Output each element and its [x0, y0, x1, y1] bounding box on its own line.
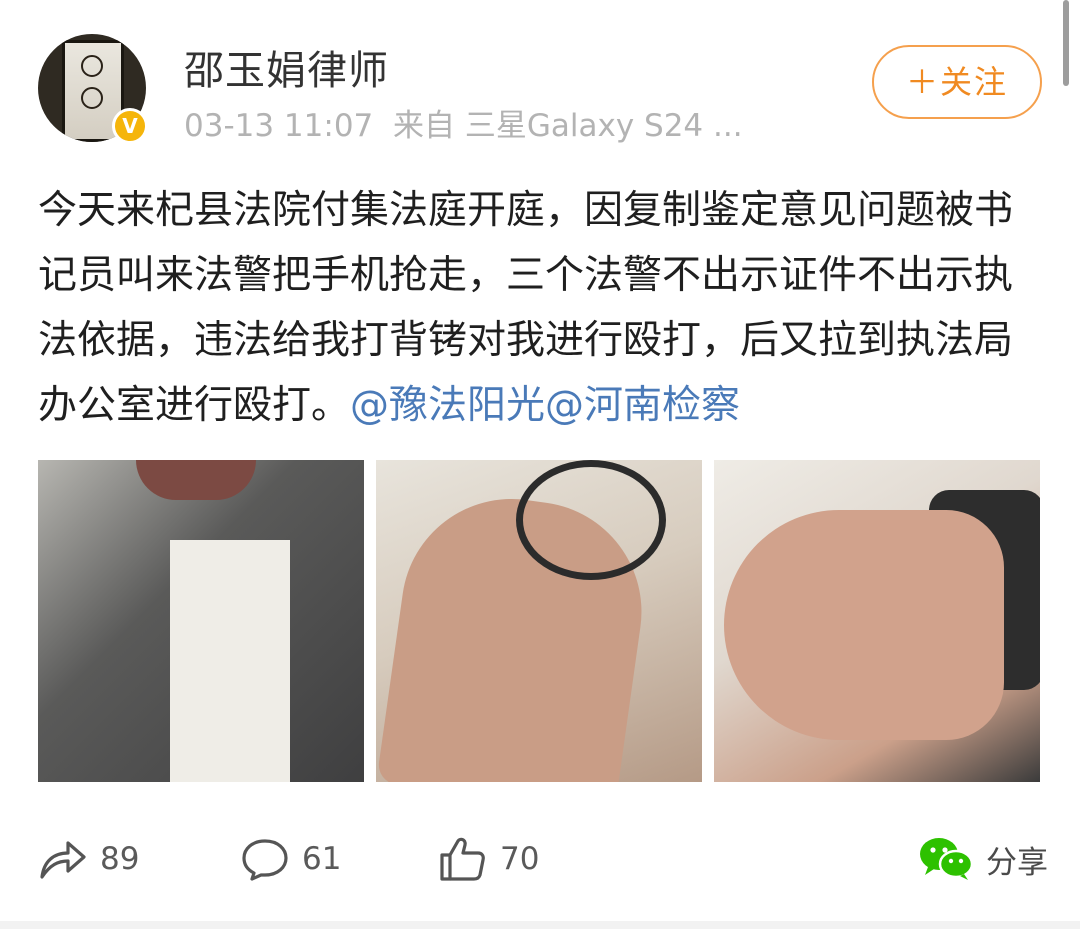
- photo-face-suit[interactable]: [38, 460, 364, 782]
- share-label: 分享: [986, 844, 1048, 881]
- verified-badge-icon: V: [112, 108, 148, 144]
- comment-count: 61: [302, 841, 342, 877]
- action-bar: 89 61 70 分享: [0, 828, 1080, 898]
- mention-link[interactable]: @河南检察: [545, 383, 740, 428]
- user-name[interactable]: 邵玉娟律师: [184, 38, 389, 96]
- thumbs-up-icon: [440, 837, 485, 881]
- photo-hand-wrist[interactable]: [714, 460, 1040, 782]
- wechat-icon: [920, 838, 974, 880]
- post-time: 03-13 11:07: [184, 108, 374, 144]
- divider: [0, 921, 1080, 929]
- photo-grid: [38, 460, 1040, 782]
- post-header: V 邵玉娟律师 03-13 11:07 来自 三星Galaxy S24 ... …: [0, 0, 1080, 150]
- repost-button[interactable]: 89: [38, 828, 139, 890]
- comment-icon: [242, 839, 288, 881]
- post-text: 今天来杞县法院付集法庭开庭，因复制鉴定意见问题被书记员叫来法警把手机抢走，三个法…: [38, 178, 1048, 438]
- photo-arm-bracelet[interactable]: [376, 460, 702, 782]
- mention-link[interactable]: @豫法阳光: [350, 383, 545, 428]
- post-meta: 03-13 11:07 来自 三星Galaxy S24 ...: [184, 100, 743, 145]
- scrollbar[interactable]: [1063, 0, 1069, 86]
- repost-count: 89: [100, 841, 140, 877]
- like-count: 70: [500, 841, 540, 877]
- like-button[interactable]: 70: [438, 828, 539, 890]
- comment-button[interactable]: 61: [240, 828, 341, 890]
- follow-button[interactable]: ＋关注: [872, 45, 1042, 119]
- repost-icon: [40, 841, 86, 879]
- post-source: 来自 三星Galaxy S24 ...: [393, 108, 743, 144]
- share-button[interactable]: 分享: [918, 828, 1048, 890]
